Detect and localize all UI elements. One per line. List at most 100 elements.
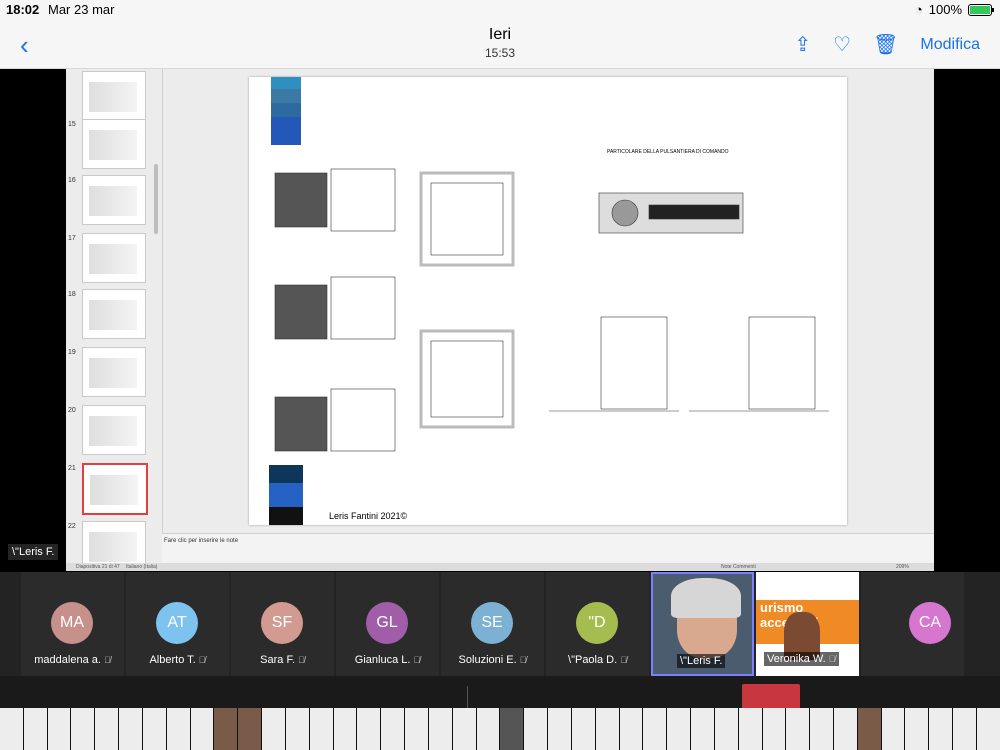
slide-number: 22 bbox=[68, 523, 76, 530]
participant-name: Gianluca L. 🎙̸ bbox=[354, 654, 421, 666]
filmstrip-thumb[interactable] bbox=[976, 708, 1000, 750]
slide-number: 15 bbox=[68, 121, 76, 128]
slide-thumb-selected[interactable] bbox=[82, 463, 148, 515]
filmstrip-thumb[interactable] bbox=[262, 708, 285, 750]
mic-muted-icon: 🎙̸ bbox=[103, 655, 111, 665]
filmstrip-thumb[interactable] bbox=[786, 708, 810, 750]
participant-name: Veronika W. 🎙̸ bbox=[764, 652, 839, 666]
filmstrip-thumb[interactable] bbox=[476, 708, 500, 750]
filmstrip-thumb[interactable] bbox=[524, 708, 548, 750]
participant-tile[interactable]: MA maddalena a. 🎙̸ bbox=[21, 572, 124, 676]
mic-muted-icon: 🎙̸ bbox=[298, 655, 305, 665]
presenter-label: \"Leris F. bbox=[8, 544, 59, 560]
avatar: "D bbox=[576, 602, 618, 644]
filmstrip-thumb[interactable] bbox=[23, 708, 47, 750]
filmstrip-thumb[interactable] bbox=[857, 708, 881, 750]
filmstrip-thumb[interactable] bbox=[595, 708, 619, 750]
filmstrip-thumb[interactable] bbox=[953, 708, 976, 750]
slide-thumb[interactable] bbox=[82, 71, 146, 121]
filmstrip-thumb[interactable] bbox=[643, 708, 667, 750]
date: Mar 23 mar bbox=[48, 2, 115, 17]
filmstrip-thumb[interactable] bbox=[95, 708, 119, 750]
share-icon[interactable]: ⇪ bbox=[794, 32, 811, 57]
mic-muted-icon: 🎙̸ bbox=[413, 655, 421, 665]
filmstrip-thumb[interactable] bbox=[500, 708, 524, 750]
filmstrip-thumb[interactable] bbox=[619, 708, 643, 750]
mic-muted-icon: 🎙̸ bbox=[620, 655, 627, 665]
status-bar: 18:02 Mar 23 mar ◔ 100% bbox=[0, 0, 1000, 20]
nav-actions: ⇪ ♡ 🗑 Modifica bbox=[794, 32, 980, 57]
filmstrip-thumb[interactable] bbox=[548, 708, 571, 750]
filmstrip-thumb[interactable] bbox=[357, 708, 381, 750]
filmstrip-thumb[interactable] bbox=[428, 708, 452, 750]
edit-button[interactable]: Modifica bbox=[920, 36, 980, 54]
filmstrip-thumb[interactable] bbox=[71, 708, 95, 750]
slide-footer: Leris Fantini 2021© bbox=[329, 511, 408, 521]
filmstrip-thumb[interactable] bbox=[714, 708, 738, 750]
filmstrip-thumb[interactable] bbox=[309, 708, 333, 750]
filmstrip-thumb[interactable] bbox=[166, 708, 190, 750]
filmstrip-thumb[interactable] bbox=[929, 708, 953, 750]
participant-name: Soluzioni E. 🎙̸ bbox=[458, 654, 527, 666]
participant-tile[interactable]: "D \"Paola D. 🎙̸ bbox=[546, 572, 649, 676]
slide-heading: PARTICOLARE DELLA PULSANTIERA DI COMANDO bbox=[607, 149, 729, 155]
filmstrip-thumb[interactable] bbox=[667, 708, 691, 750]
photo-filmstrip[interactable] bbox=[0, 708, 1000, 750]
slide-number: 20 bbox=[68, 407, 76, 414]
filmstrip-thumb[interactable] bbox=[881, 708, 905, 750]
slide-counter: Diapositiva 21 di 47 bbox=[76, 564, 120, 570]
heart-icon[interactable]: ♡ bbox=[833, 32, 851, 57]
slide-number: 17 bbox=[68, 235, 76, 242]
filmstrip-thumb[interactable] bbox=[691, 708, 714, 750]
filmstrip-thumb[interactable] bbox=[762, 708, 786, 750]
filmstrip-thumb[interactable] bbox=[571, 708, 595, 750]
filmstrip-thumb[interactable] bbox=[0, 708, 23, 750]
notes-placeholder: Fare clic per inserire le note bbox=[164, 538, 239, 544]
participant-name: \"Paola D. 🎙̸ bbox=[568, 654, 627, 666]
avatar: SE bbox=[471, 602, 513, 644]
filmstrip-thumb[interactable] bbox=[405, 708, 428, 750]
slide-thumb[interactable] bbox=[82, 233, 146, 283]
filmstrip-thumb[interactable] bbox=[905, 708, 929, 750]
filmstrip-thumb[interactable] bbox=[214, 708, 238, 750]
participant-tile[interactable]: CA bbox=[861, 572, 964, 676]
slide-thumb[interactable] bbox=[82, 405, 146, 455]
zoom-level[interactable]: 209% bbox=[896, 564, 909, 570]
end-call-button[interactable] bbox=[742, 684, 800, 708]
slide-thumb[interactable] bbox=[82, 119, 146, 169]
thumbnail-scrollbar[interactable] bbox=[154, 164, 158, 234]
filmstrip-thumb[interactable] bbox=[810, 708, 833, 750]
participant-tile[interactable]: AT Alberto T. 🎙̸ bbox=[126, 572, 229, 676]
ppt-status-bar: Diapositiva 21 di 47 Italiano (Italia) N… bbox=[66, 563, 934, 571]
filmstrip-thumb[interactable] bbox=[238, 708, 262, 750]
filmstrip-thumb[interactable] bbox=[833, 708, 857, 750]
slide-thumb[interactable] bbox=[82, 175, 146, 225]
filmstrip-thumb[interactable] bbox=[738, 708, 762, 750]
filmstrip-thumb[interactable] bbox=[333, 708, 357, 750]
filmstrip-thumb[interactable] bbox=[119, 708, 142, 750]
language-status: Italiano (Italia) bbox=[126, 564, 158, 570]
participant-tile[interactable]: SF Sara F. 🎙̸ bbox=[231, 572, 334, 676]
participant-video-tile[interactable]: \"Leris F. bbox=[651, 572, 754, 676]
slide-thumbnails: 15 16 17 18 19 20 21 22 bbox=[66, 69, 163, 571]
filmstrip-thumb[interactable] bbox=[190, 708, 214, 750]
participant-name: maddalena a. 🎙̸ bbox=[34, 654, 111, 666]
slide-number: 18 bbox=[68, 291, 76, 298]
trash-icon[interactable]: 🗑 bbox=[873, 32, 898, 57]
notes-comments[interactable]: Note Commenti bbox=[721, 564, 756, 570]
mic-muted-icon: 🎙̸ bbox=[198, 655, 206, 665]
shared-screen: 15 16 17 18 19 20 21 22 PARTICOLARE DELL… bbox=[0, 69, 1000, 572]
slide-thumb[interactable] bbox=[82, 347, 146, 397]
filmstrip-thumb[interactable] bbox=[142, 708, 166, 750]
notes-pane[interactable]: Fare clic per inserire le note bbox=[162, 533, 934, 564]
slide-number: 19 bbox=[68, 349, 76, 356]
filmstrip-thumb[interactable] bbox=[381, 708, 405, 750]
participant-tile[interactable]: SE Soluzioni E. 🎙̸ bbox=[441, 572, 544, 676]
filmstrip-thumb[interactable] bbox=[452, 708, 476, 750]
participant-tile[interactable]: GL Gianluca L. 🎙̸ bbox=[336, 572, 439, 676]
status-right: ◔ 100% bbox=[915, 2, 994, 17]
slide-thumb[interactable] bbox=[82, 289, 146, 339]
participant-video-tile[interactable]: urismo accessibi Veronika W. 🎙̸ bbox=[756, 572, 859, 676]
filmstrip-thumb[interactable] bbox=[47, 708, 71, 750]
filmstrip-thumb[interactable] bbox=[285, 708, 309, 750]
